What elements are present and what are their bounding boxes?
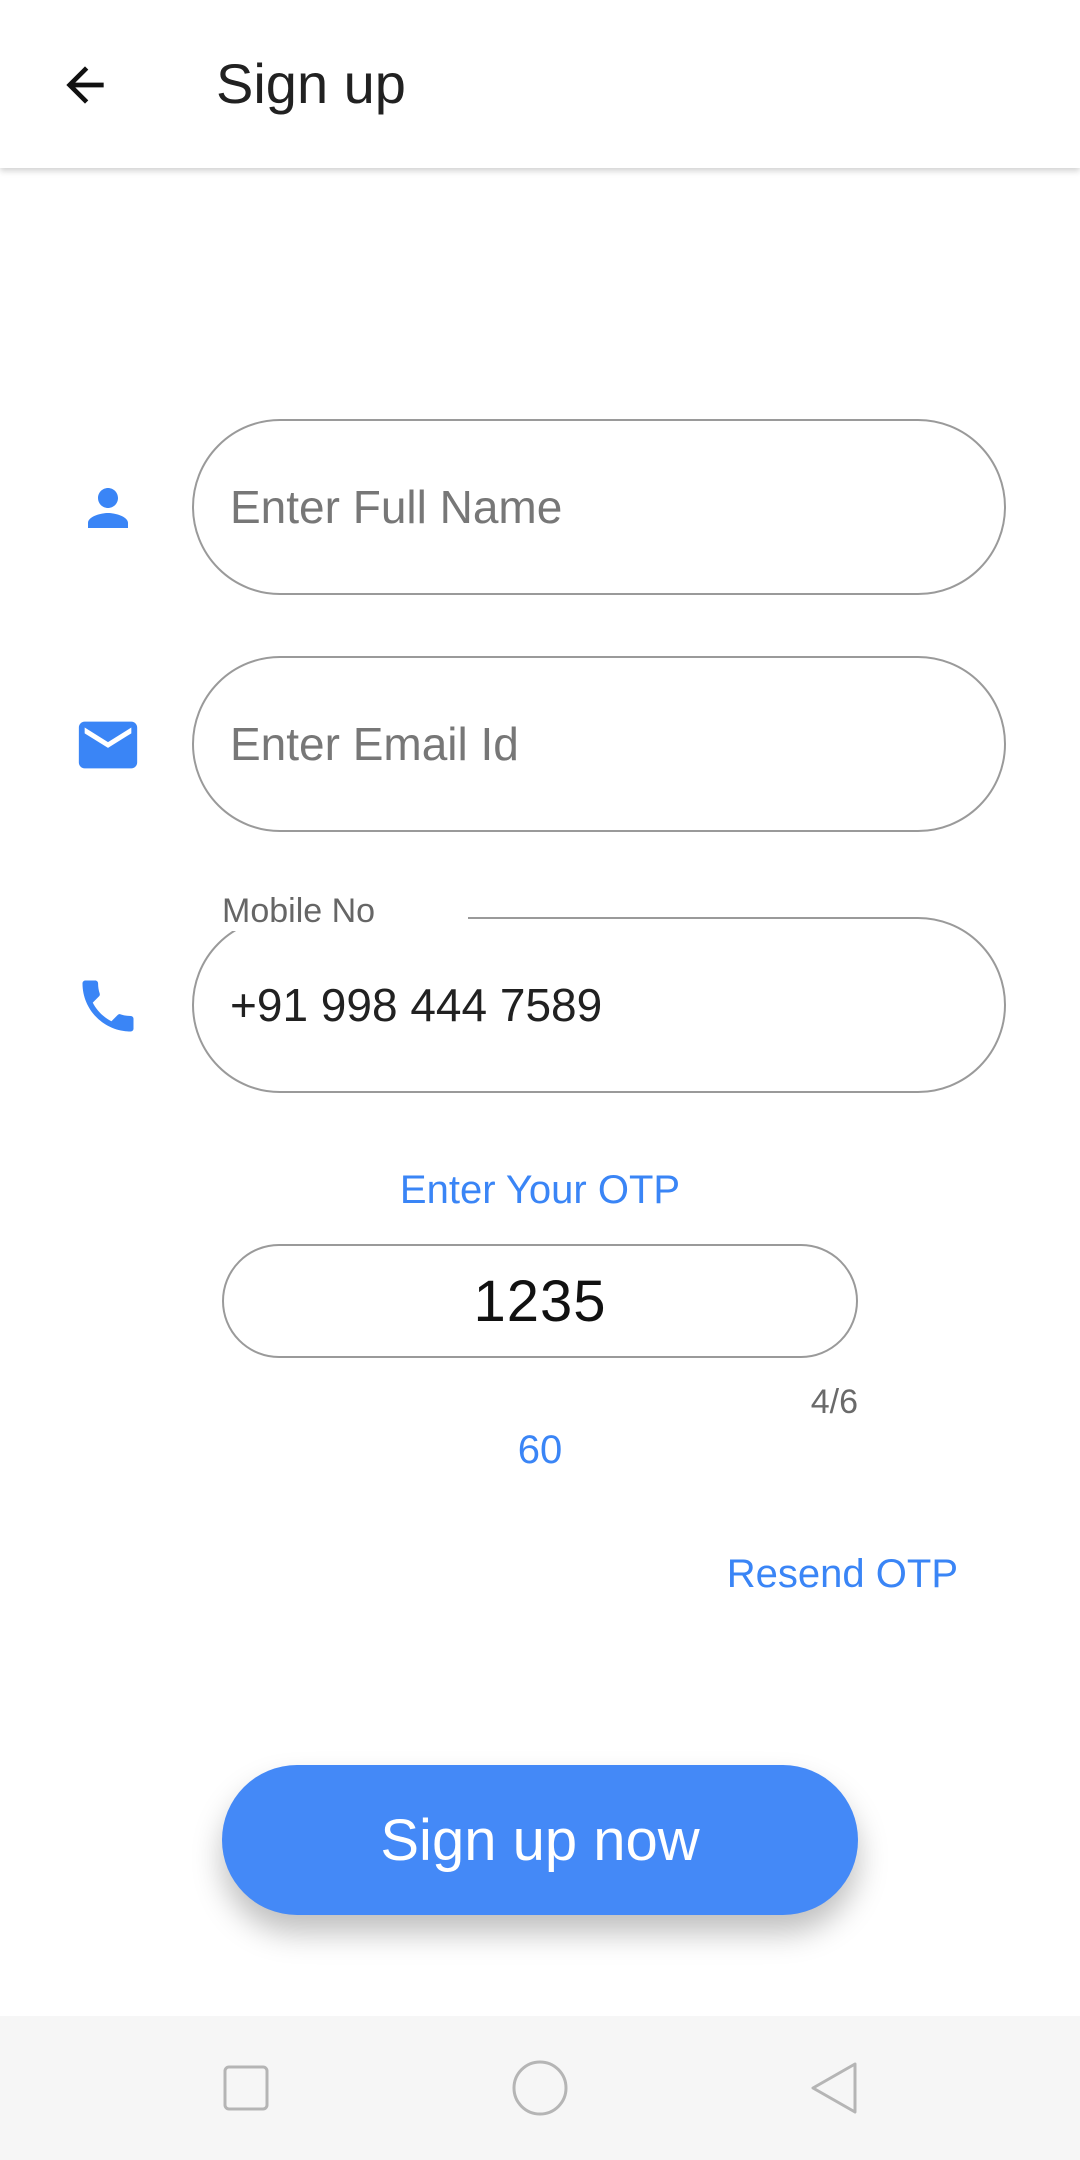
page-title: Sign up [216, 52, 406, 115]
signup-now-button[interactable]: Sign up now [222, 1765, 858, 1915]
system-nav-bar [0, 2016, 1080, 2160]
back-button[interactable] [45, 45, 125, 125]
phone-icon [68, 966, 148, 1046]
email-field[interactable] [192, 656, 1006, 832]
recents-square-icon[interactable] [196, 2038, 296, 2138]
full-name-input[interactable] [230, 421, 968, 593]
arrow-left-icon [66, 66, 104, 104]
mobile-label: Mobile No [208, 891, 390, 931]
resend-otp-link[interactable]: Resend OTP [727, 1550, 958, 1598]
mobile-field[interactable]: Mobile No +91 998 444 7589 [188, 891, 1006, 1093]
otp-char-counter: 4/6 [810, 1383, 858, 1421]
otp-label: Enter Your OTP [399, 1168, 681, 1212]
otp-field[interactable]: 1235 [222, 1244, 858, 1358]
back-triangle-icon[interactable] [784, 2038, 884, 2138]
full-name-field[interactable] [192, 419, 1006, 595]
app-bar: Sign up [0, 0, 1080, 168]
email-input[interactable] [230, 658, 968, 830]
otp-timer: 60 [517, 1428, 563, 1472]
person-icon [68, 468, 148, 548]
mail-icon [68, 705, 148, 785]
otp-input[interactable]: 1235 [224, 1246, 856, 1356]
home-circle-icon[interactable] [490, 2038, 590, 2138]
mobile-input[interactable]: +91 998 444 7589 [230, 977, 602, 1033]
